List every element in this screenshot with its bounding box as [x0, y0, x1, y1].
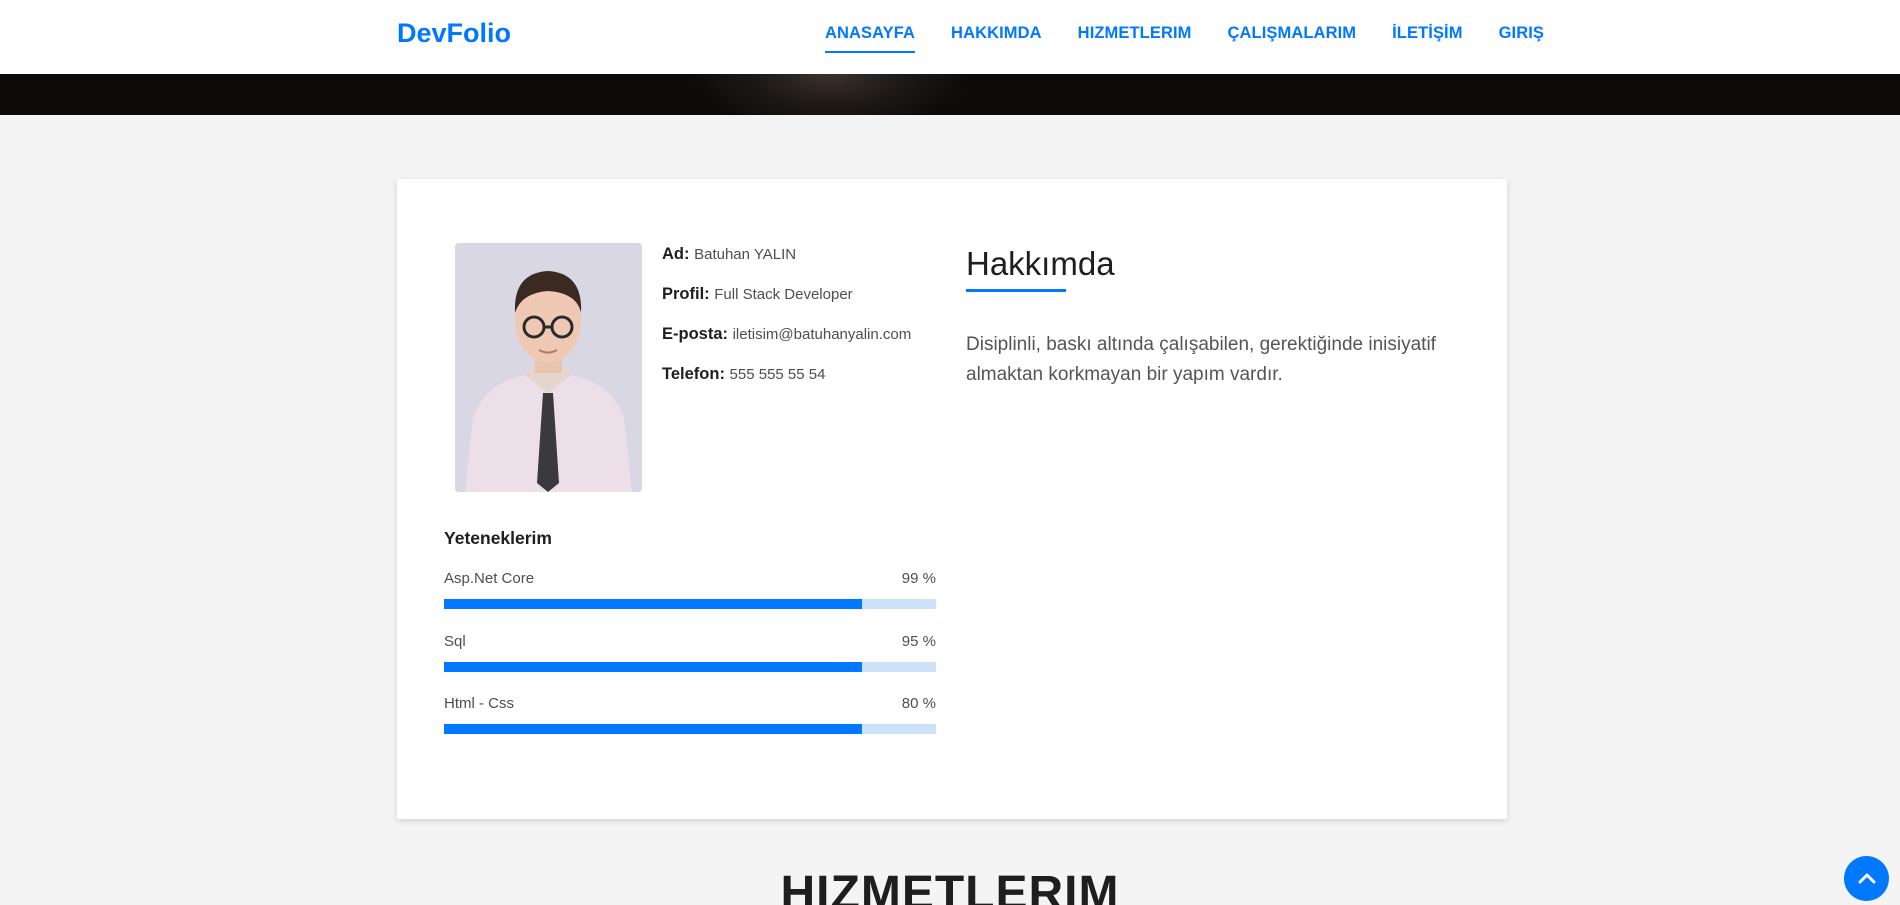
skill-progress-bar: [444, 724, 936, 734]
skills-title: Yeteneklerim: [444, 528, 552, 548]
profile-photo: [455, 243, 642, 492]
nav-link-calismalarim[interactable]: ÇALIŞMALARIM: [1228, 24, 1357, 43]
skill-percent: 99 %: [901, 570, 936, 587]
info-phone-value: 555 555 55 54: [729, 366, 826, 383]
info-name: Ad: Batuhan YALIN: [662, 245, 911, 264]
skill-name: Sql: [444, 633, 466, 650]
info-profile-value: Full Stack Developer: [714, 286, 853, 303]
info-phone: Telefon: 555 555 55 54: [662, 365, 911, 384]
profile-info: Ad: Batuhan YALIN Profil: Full Stack Dev…: [662, 245, 911, 405]
nav-link-hakkimda[interactable]: HAKKIMDA: [951, 24, 1042, 43]
main-nav: ANASAYFA HAKKIMDA HIZMETLERIM ÇALIŞMALAR…: [825, 24, 1544, 53]
skill-name: Asp.Net Core: [444, 570, 535, 587]
hero-banner-strip: [0, 74, 1900, 115]
skill-percent: 80 %: [901, 695, 936, 712]
skill-progress-fill: [444, 599, 863, 609]
profile-photo-illustration: [455, 243, 642, 492]
scroll-to-top-button[interactable]: [1844, 856, 1889, 901]
skill-name: Html - Css: [444, 695, 514, 712]
skill-html-css: Html - Css 80 %: [444, 695, 936, 734]
chevron-up-icon: [1858, 873, 1875, 883]
nav-link-hizmetlerim[interactable]: HIZMETLERIM: [1078, 24, 1192, 43]
about-card: Ad: Batuhan YALIN Profil: Full Stack Dev…: [397, 179, 1507, 819]
top-navbar: DevFolio ANASAYFA HAKKIMDA HIZMETLERIM Ç…: [0, 0, 1900, 74]
nav-link-giris[interactable]: GIRIŞ: [1499, 24, 1544, 43]
about-text: Disiplinli, baskı altında çalışabilen, g…: [966, 334, 1436, 385]
brand-logo[interactable]: DevFolio: [397, 18, 511, 49]
skill-sql: Sql 95 %: [444, 633, 936, 672]
skill-progress-bar: [444, 662, 936, 672]
about-title-underline: [966, 289, 1066, 292]
about-title: Hakkımda: [966, 245, 1115, 282]
info-profile: Profil: Full Stack Developer: [662, 285, 911, 304]
skill-progress-fill: [444, 662, 863, 672]
nav-link-anasayfa[interactable]: ANASAYFA: [825, 24, 916, 53]
skill-progress-bar: [444, 599, 936, 609]
skill-aspnet-core: Asp.Net Core 99 %: [444, 570, 936, 609]
info-name-label: Ad:: [662, 245, 690, 263]
info-email: E-posta: iletisim@batuhanyalin.com: [662, 325, 911, 344]
services-section-title: HIZMETLERIM: [780, 867, 1120, 905]
nav-link-iletisim[interactable]: İLETİŞİM: [1392, 24, 1462, 43]
info-email-value: iletisim@batuhanyalin.com: [732, 326, 912, 343]
skill-progress-fill: [444, 724, 863, 734]
info-name-value: Batuhan YALIN: [694, 246, 797, 263]
info-email-label: E-posta:: [662, 325, 728, 343]
info-profile-label: Profil:: [662, 285, 710, 303]
info-phone-label: Telefon:: [662, 365, 725, 383]
skill-percent: 95 %: [901, 633, 936, 650]
